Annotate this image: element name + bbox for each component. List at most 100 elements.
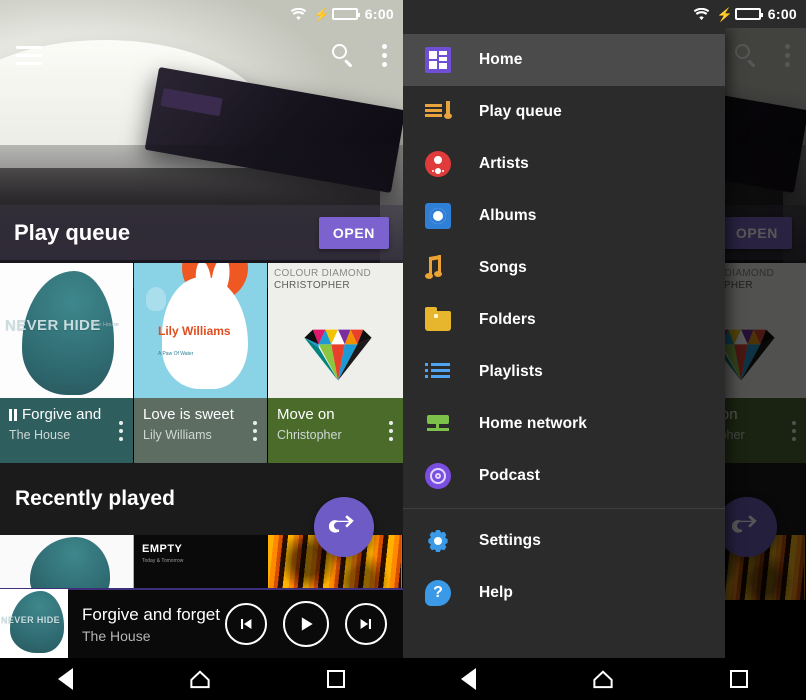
playlists-icon [425, 359, 451, 385]
pause-icon [9, 408, 17, 421]
more-vert-icon[interactable] [382, 44, 387, 67]
sidebar-item-label: Playlists [479, 363, 543, 380]
sidebar-item-label: Home network [479, 415, 587, 432]
sidebar-item-settings[interactable]: Settings [403, 515, 725, 567]
skip-next-icon[interactable] [345, 603, 387, 645]
sidebar-item-label: Home [479, 51, 523, 68]
status-bar: ⚡ 6:00 [403, 0, 806, 28]
album-grid: NEVER HIDE The House Forgive and The Hou… [0, 263, 403, 463]
home-network-icon [425, 411, 451, 437]
sidebar-item-label: Albums [479, 207, 537, 224]
play-queue-icon [425, 99, 452, 125]
mini-player-title: Forgive and forget [82, 604, 220, 624]
recently-played-title: Recently played [15, 487, 175, 510]
album-meta: Move on Christopher [268, 398, 403, 463]
sidebar-item-albums[interactable]: Albums [403, 190, 725, 242]
album-overflow-icon[interactable] [389, 420, 394, 441]
songs-note-icon [425, 254, 451, 281]
skip-previous-icon[interactable] [225, 603, 267, 645]
album-art-ghost-bunny-shape [146, 287, 166, 311]
sidebar-item-home[interactable]: Home [403, 34, 725, 86]
sidebar-item-podcast[interactable]: Podcast [403, 450, 725, 502]
back-triangle-icon[interactable] [461, 668, 476, 690]
hamburger-menu-icon[interactable] [16, 46, 42, 65]
album-card[interactable]: Lily Williams A Paw Of Water Love is swe… [134, 263, 268, 463]
sidebar-item-label: Folders [479, 311, 536, 328]
sidebar-item-help[interactable]: Help [403, 567, 725, 619]
album-art: Lily Williams A Paw Of Water [134, 263, 267, 398]
left-phone-screen: ⚡ 6:00 Play queue OPEN NEVER HIDE The Ho… [0, 0, 403, 700]
back-triangle-icon[interactable] [58, 668, 73, 690]
album-card[interactable]: NEVER HIDE The House Forgive and The Hou… [0, 263, 134, 463]
battery-charging-icon: ⚡ [314, 8, 360, 21]
drawer-divider [403, 508, 725, 509]
album-title-row: Love is sweet [143, 406, 258, 423]
status-bar-time: 6:00 [767, 6, 797, 22]
dual-screenshot: ⚡ 6:00 Play queue OPEN NEVER HIDE The Ho… [0, 0, 806, 700]
android-navigation-bar [403, 658, 806, 700]
battery-charging-icon: ⚡ [717, 8, 763, 21]
wifi-icon [693, 7, 710, 21]
help-icon [425, 580, 451, 606]
sidebar-item-label: Podcast [479, 467, 540, 484]
album-art-caption: Lily Williams [158, 324, 231, 338]
android-navigation-bar [0, 658, 403, 700]
folders-icon [425, 307, 451, 331]
album-art-subcaption: A Paw Of Water [158, 351, 194, 357]
right-phone-screen: Play queue OPEN NEVER HIDE Forgive and T… [403, 0, 806, 700]
album-artist: The House [9, 428, 71, 442]
status-bar: ⚡ 6:00 [0, 0, 403, 28]
mini-player-info: Forgive and forget The House [68, 605, 225, 644]
sidebar-item-playlists[interactable]: Playlists [403, 346, 725, 398]
open-button[interactable]: OPEN [318, 216, 389, 249]
sidebar-item-label: Songs [479, 259, 527, 276]
sidebar-item-home-network[interactable]: Home network [403, 398, 725, 450]
home-icon[interactable] [592, 669, 614, 689]
album-card[interactable]: COLOUR DIAMOND CHRISTOPHER [268, 263, 403, 463]
recents-square-icon[interactable] [730, 670, 748, 688]
sidebar-item-artists[interactable]: Artists [403, 138, 725, 190]
home-icon[interactable] [189, 669, 211, 689]
sidebar-item-label: Artists [479, 155, 529, 172]
artists-icon [425, 151, 451, 177]
mini-player-bar[interactable]: NEVER HIDE Forgive and forget The House [0, 588, 403, 659]
play-queue-header: Play queue OPEN [0, 205, 403, 260]
thumb-subcaption: Today & Tomorrow [142, 558, 184, 564]
album-title-row: Forgive and [9, 406, 124, 423]
app-toolbar [0, 28, 403, 83]
album-title: Love is sweet [143, 406, 234, 423]
sidebar-item-label: Play queue [479, 103, 562, 120]
album-art-subcaption: The House [92, 322, 119, 328]
home-grid-icon [425, 47, 451, 73]
album-art: COLOUR DIAMOND CHRISTOPHER [268, 263, 403, 398]
album-title: Forgive and [22, 406, 102, 423]
album-art: NEVER HIDE The House [0, 263, 133, 398]
mini-player-art: NEVER HIDE [0, 589, 68, 659]
album-artist: Christopher [277, 428, 342, 442]
play-queue-title: Play queue [14, 219, 131, 245]
mini-player-controls [225, 601, 403, 647]
album-art-caption: COLOUR DIAMOND CHRISTOPHER [274, 268, 371, 291]
album-artist: Lily Williams [143, 428, 212, 442]
sidebar-item-play-queue[interactable]: Play queue [403, 86, 725, 138]
album-overflow-icon[interactable] [119, 420, 124, 441]
sidebar-item-songs[interactable]: Songs [403, 242, 725, 294]
navigation-drawer: Home Play queue Artists Albums Songs Fol… [403, 28, 725, 700]
thumb-caption: EMPTY [142, 543, 183, 555]
search-icon[interactable] [332, 43, 356, 68]
settings-gear-icon [425, 528, 451, 554]
album-title: Move on [277, 406, 335, 423]
sidebar-item-folders[interactable]: Folders [403, 294, 725, 346]
album-art-caption-line1: COLOUR DIAMOND [274, 268, 371, 279]
podcast-icon [425, 463, 451, 489]
recents-square-icon[interactable] [327, 670, 345, 688]
play-icon[interactable] [283, 601, 329, 647]
album-art-subcaption: CHRISTOPHER [274, 279, 350, 291]
shuffle-fab-button[interactable] [314, 497, 374, 557]
album-overflow-icon[interactable] [253, 420, 258, 441]
status-bar-time: 6:00 [364, 6, 394, 22]
album-meta: Forgive and The House [0, 398, 133, 463]
album-art-diamond-shape [296, 305, 380, 387]
album-art-caption: NEVER HIDE [5, 317, 101, 334]
mini-player-artist: The House [82, 627, 151, 644]
